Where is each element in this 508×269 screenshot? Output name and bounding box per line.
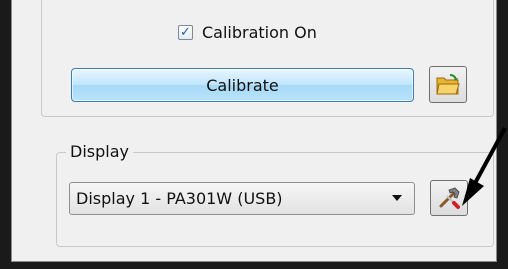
open-folder-button[interactable] xyxy=(429,66,467,103)
calibration-checkbox-label: Calibration On xyxy=(202,22,317,42)
outer-frame-left xyxy=(0,0,11,269)
calibrate-button-label: Calibrate xyxy=(206,75,279,95)
outer-frame-bottom xyxy=(0,262,508,269)
calibration-checkbox-row[interactable]: ✓ Calibration On xyxy=(178,22,317,42)
display-settings-button[interactable] xyxy=(430,180,468,216)
folder-open-icon xyxy=(436,73,460,94)
display-group-label: Display xyxy=(66,142,133,161)
settings-window: ✓ Calibration On Calibrate Display Displ… xyxy=(11,0,497,262)
calibrate-button[interactable]: Calibrate xyxy=(71,68,414,102)
hammer-screwdriver-icon xyxy=(439,187,460,209)
outer-frame-right xyxy=(497,0,508,269)
chevron-down-icon[interactable] xyxy=(392,195,402,201)
display-select-value: Display 1 - PA301W (USB) xyxy=(76,189,283,208)
calibration-checkbox[interactable]: ✓ xyxy=(178,24,193,40)
display-select[interactable]: Display 1 - PA301W (USB) xyxy=(69,182,415,215)
